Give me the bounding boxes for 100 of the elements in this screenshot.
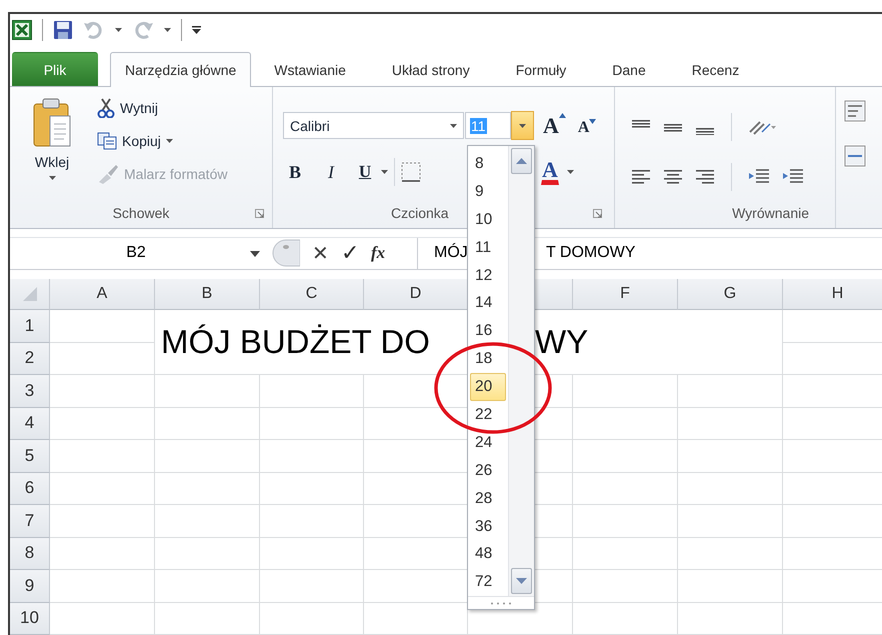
caret-icon[interactable] xyxy=(115,28,122,32)
grid-cell[interactable] xyxy=(155,408,260,440)
grid-cell[interactable] xyxy=(678,408,783,440)
cut-button[interactable]: Wytnij xyxy=(96,97,228,120)
column-header[interactable]: A xyxy=(50,279,155,310)
font-size-option[interactable]: 72 xyxy=(470,568,506,596)
grid-cell[interactable] xyxy=(573,538,678,570)
grid-cell[interactable] xyxy=(50,570,155,602)
ribbon-tab[interactable]: Układ strony xyxy=(368,52,493,86)
resize-grip-icon[interactable] xyxy=(490,602,512,605)
grid-cell[interactable] xyxy=(678,375,783,408)
borders-icon[interactable] xyxy=(401,162,421,182)
scroll-down-button[interactable] xyxy=(511,568,532,594)
row-header[interactable]: 6 xyxy=(10,472,50,505)
grid-cell[interactable] xyxy=(50,375,155,408)
font-color-button[interactable]: A xyxy=(541,159,559,186)
font-size-option[interactable]: 8 xyxy=(470,150,506,178)
ribbon-tab[interactable]: Wstawianie xyxy=(251,52,369,86)
enter-button[interactable]: ✓ xyxy=(341,240,359,266)
grid-cell[interactable] xyxy=(260,472,364,505)
bold-button[interactable]: B xyxy=(283,160,307,184)
grid-cell[interactable] xyxy=(155,538,260,570)
grid-cell[interactable] xyxy=(260,440,364,472)
grid-cell[interactable] xyxy=(573,472,678,505)
grid-cell[interactable] xyxy=(50,342,155,375)
font-name-field[interactable]: Calibri xyxy=(283,112,464,140)
row-header[interactable]: 3 xyxy=(10,375,50,408)
font-size-option[interactable]: 9 xyxy=(470,178,506,206)
shrink-font-button[interactable]: A xyxy=(576,113,598,138)
row-header[interactable]: 7 xyxy=(10,505,50,538)
insert-function-button[interactable]: fx xyxy=(371,243,386,264)
grow-font-button[interactable]: A xyxy=(542,112,567,140)
grid-cell[interactable] xyxy=(155,602,260,635)
grid-cell[interactable] xyxy=(678,472,783,505)
grid-cell[interactable] xyxy=(50,472,155,505)
grid-cell[interactable] xyxy=(260,570,364,602)
grid-cell[interactable] xyxy=(573,408,678,440)
grid-cell[interactable] xyxy=(50,440,155,472)
font-size-option[interactable]: 36 xyxy=(470,512,506,540)
grid-cell[interactable] xyxy=(155,570,260,602)
select-all-button[interactable] xyxy=(10,279,50,310)
font-size-option[interactable]: 22 xyxy=(470,401,506,429)
grid-cell[interactable] xyxy=(50,602,155,635)
grid-cell[interactable] xyxy=(155,375,260,408)
grid-cell[interactable] xyxy=(573,570,678,602)
font-size-option[interactable]: 18 xyxy=(470,345,506,374)
caret-icon[interactable] xyxy=(381,170,388,174)
caret-icon[interactable] xyxy=(250,250,260,257)
grid-cell[interactable] xyxy=(155,440,260,472)
font-size-option[interactable]: 10 xyxy=(470,206,506,234)
ribbon-tab[interactable]: Formuły xyxy=(492,52,590,86)
paste-button[interactable]: Wklej xyxy=(22,97,82,198)
font-size-option[interactable]: 16 xyxy=(470,317,506,346)
font-size-option[interactable]: 20 xyxy=(470,373,506,402)
align-center-icon[interactable] xyxy=(663,169,683,186)
row-header[interactable]: 1 xyxy=(10,310,50,342)
grid-cell[interactable] xyxy=(678,570,783,602)
grid-cell[interactable] xyxy=(50,408,155,440)
grid-cell[interactable] xyxy=(155,472,260,505)
ribbon-tab[interactable]: Dane xyxy=(589,52,669,86)
grid-cell[interactable] xyxy=(678,505,783,538)
row-header[interactable]: 8 xyxy=(10,538,50,570)
grid-cell[interactable] xyxy=(573,505,678,538)
grid-cell[interactable] xyxy=(260,408,364,440)
ribbon-tab[interactable]: Narzędzia główne xyxy=(110,52,252,88)
copy-button[interactable]: Kopiuj xyxy=(96,131,228,152)
grid-cell[interactable] xyxy=(50,505,155,538)
wrap-text-icon[interactable] xyxy=(844,99,866,124)
row-header[interactable]: 2 xyxy=(10,342,50,375)
grid-cell[interactable] xyxy=(678,602,783,635)
caret-icon[interactable] xyxy=(164,28,171,32)
grip-icon[interactable] xyxy=(272,239,300,268)
merge-cells-icon[interactable] xyxy=(844,145,866,168)
dialog-launcher-icon[interactable] xyxy=(593,208,602,218)
column-header[interactable]: C xyxy=(260,279,364,310)
spreadsheet-app-icon[interactable] xyxy=(12,20,32,40)
grid-cell[interactable] xyxy=(573,440,678,472)
dropdown-button[interactable] xyxy=(511,111,534,140)
save-icon[interactable] xyxy=(53,20,73,40)
grid-cell[interactable] xyxy=(50,538,155,570)
column-header[interactable]: F xyxy=(573,279,678,310)
font-size-option[interactable]: 26 xyxy=(470,456,506,485)
column-header[interactable]: D xyxy=(364,279,468,310)
column-header[interactable]: G xyxy=(678,279,783,310)
grid-cell[interactable] xyxy=(573,602,678,635)
align-left-icon[interactable] xyxy=(631,169,651,186)
row-header[interactable]: 4 xyxy=(10,408,50,440)
font-size-option[interactable]: 48 xyxy=(470,540,506,568)
font-size-option[interactable]: 28 xyxy=(470,484,506,513)
ribbon-tab[interactable]: Recenz xyxy=(668,52,762,86)
grid-cell[interactable] xyxy=(678,538,783,570)
scroll-up-button[interactable] xyxy=(511,148,532,174)
dialog-launcher-icon[interactable] xyxy=(255,208,264,218)
grid-cell[interactable] xyxy=(155,505,260,538)
italic-button[interactable]: I xyxy=(319,160,343,184)
grid-cell[interactable] xyxy=(260,538,364,570)
grid-cell[interactable] xyxy=(50,310,155,342)
column-header[interactable]: B xyxy=(155,279,260,310)
font-size-option[interactable]: 11 xyxy=(470,234,506,262)
grid-cell[interactable] xyxy=(678,440,783,472)
